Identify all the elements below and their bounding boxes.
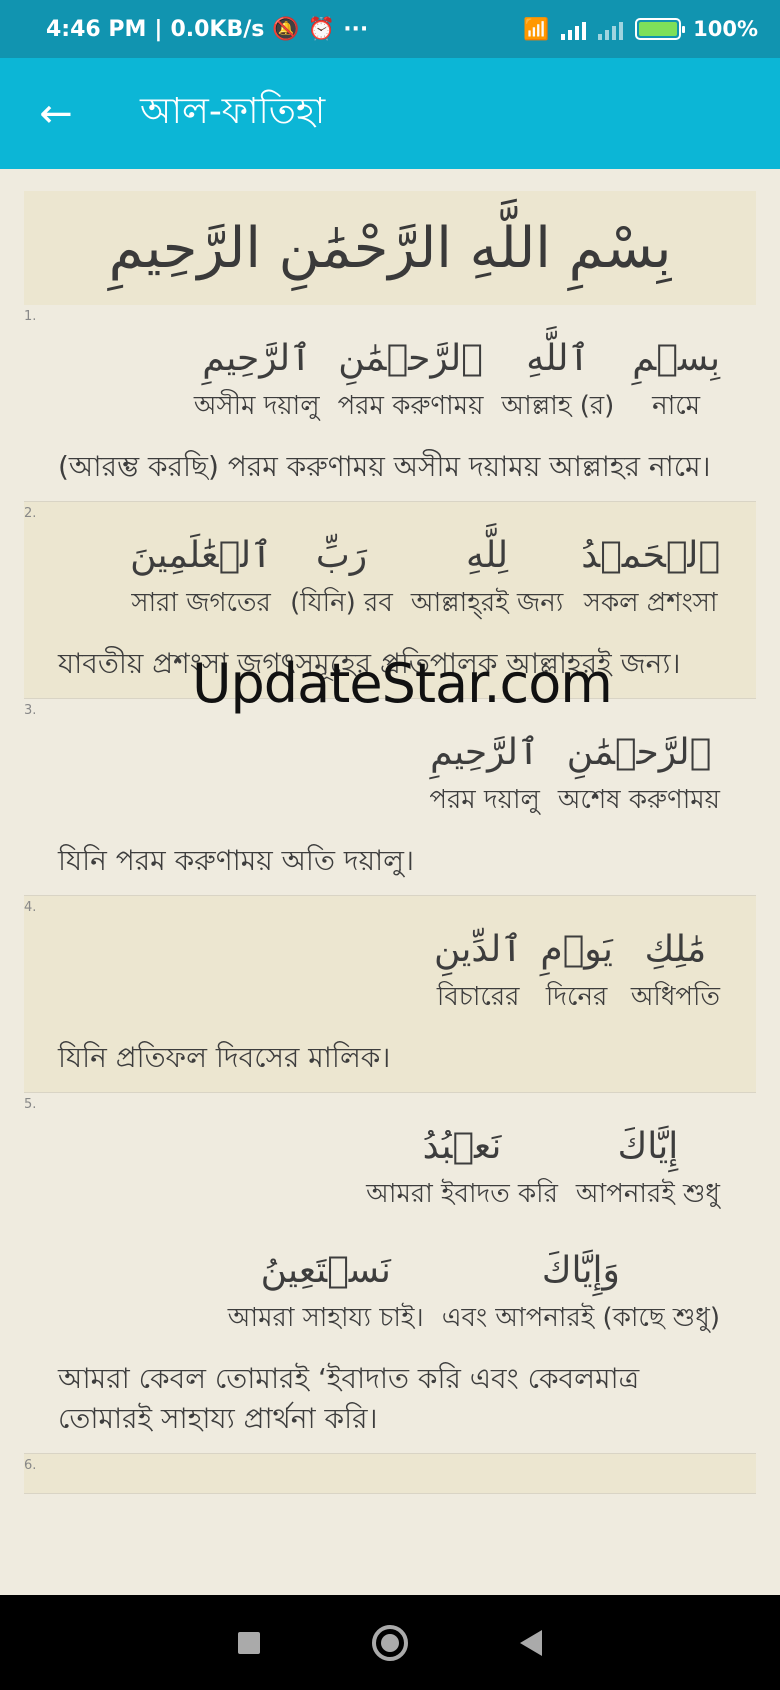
app-bar: ← আল-ফাতিহা	[0, 58, 780, 169]
status-bar: 4:46 PM | 0.0KB/s 🔕 ⏰ ··· 📶 100%	[0, 0, 780, 58]
word-pair[interactable]: ٱلۡعَٰلَمِينَ সারা জগতের	[130, 530, 272, 626]
word-meaning: (যিনি) রব	[290, 588, 393, 618]
word-meaning: সকল প্রশংসা	[583, 588, 718, 618]
bell-muted-icon: 🔕	[272, 16, 300, 42]
battery-icon	[635, 18, 686, 40]
word-meaning: পরম দয়ালু	[429, 785, 540, 815]
arabic-word: يَوۡمِ	[540, 929, 613, 970]
word-meaning: বিচারের	[436, 982, 520, 1012]
word-meaning: আল্লাহ (র)	[501, 391, 615, 421]
word-pair[interactable]: مَٰلِكِ অধিপতি	[631, 924, 720, 1020]
word-pair[interactable]: ٱلرَّحِيمِ অসীম দয়ালু	[194, 333, 320, 429]
word-meaning: অধিপতি	[630, 982, 720, 1012]
word-meaning: অসীম দয়ালু	[193, 391, 320, 421]
word-pair[interactable]: نَعۡبُدُ আমরা ইবাদত করি	[366, 1121, 558, 1217]
arabic-word: ٱللَّهِ	[526, 338, 590, 379]
word-row: إِيَّاكَ আপনারই শুধু نَعۡبُدُ আমরা ইবাদত কর…	[58, 1093, 720, 1217]
ayah-number: 5.	[24, 1097, 37, 1112]
arabic-word: ٱلرَّحِيمِ	[202, 338, 312, 379]
arabic-word: نَعۡبُدُ	[422, 1126, 502, 1167]
word-pair[interactable]: ٱلدِّينِ বিচারের	[434, 924, 522, 1020]
arabic-word: ٱلۡحَمۡدُ	[581, 535, 720, 576]
word-meaning: আল্লাহ্‌রই জন্য	[410, 588, 564, 618]
status-net-speed: 0.0KB/s	[170, 16, 265, 42]
word-meaning: আপনারই শুধু	[575, 1179, 720, 1209]
signal-icon	[561, 18, 587, 40]
ayah-number: 6.	[24, 1458, 37, 1473]
wifi-icon: 📶	[522, 16, 550, 41]
word-pair[interactable]: وَإِيَّاكَ এবং আপনারই (কাছে শুধু)	[442, 1245, 720, 1341]
arabic-word: بِسۡمِ	[632, 338, 720, 379]
ayah-translation: যিনি প্রতিফল দিবসের মালিক।	[58, 1041, 391, 1074]
arabic-word: ٱلۡعَٰلَمِينَ	[130, 535, 273, 576]
word-pair[interactable]: يَوۡمِ দিনের	[540, 924, 613, 1020]
word-meaning: এবং আপনারই (কাছে শুধু)	[441, 1303, 720, 1333]
ayah-list: 1. بِسۡمِ নামে ٱللَّهِ আল্লাহ (র) ٱلرَّحۡمَٰن…	[0, 305, 780, 1494]
word-meaning: দিনের	[545, 982, 608, 1012]
arabic-word: لِلَّهِ	[465, 535, 509, 576]
word-pair[interactable]: ٱلرَّحۡمَٰنِ পরম করুণাময়	[338, 333, 484, 429]
surah-content[interactable]: بِسْمِ اللَّهِ الرَّحْمَٰنِ الرَّحِيمِ 1…	[0, 169, 780, 1595]
word-pair[interactable]: نَسۡتَعِينُ আমরা সাহায্য চাই।	[228, 1245, 424, 1341]
system-nav-bar	[0, 1595, 780, 1690]
arabic-word: ٱلرَّحۡمَٰنِ	[566, 732, 712, 773]
arabic-word: إِيَّاكَ	[617, 1126, 679, 1167]
word-pair[interactable]: إِيَّاكَ আপনারই শুধু	[576, 1121, 720, 1217]
arabic-word: مَٰلِكِ	[644, 929, 707, 970]
more-dots: ···	[343, 16, 369, 42]
word-meaning: পরম করুণাময়	[337, 391, 484, 421]
word-pair[interactable]: لِلَّهِ আল্লাহ্‌রই জন্য	[411, 530, 563, 626]
arabic-word: نَسۡتَعِينُ	[260, 1250, 391, 1291]
word-meaning: অশেষ করুণাময়	[557, 785, 720, 815]
ayah-translation: (আরম্ভ করছি) পরম করুণাময় অসীম দয়াময় আ…	[58, 450, 711, 483]
word-row: مَٰلِكِ অধিপতি يَوۡمِ দিনের ٱلدِّينِ বিচারের	[58, 896, 720, 1020]
word-row: ٱلرَّحۡمَٰنِ অশেষ করুণাময় ٱلرَّحِيمِ পরম দ…	[58, 699, 720, 823]
arabic-word: ٱلدِّينِ	[433, 929, 523, 970]
word-pair[interactable]: بِسۡمِ নামে	[632, 333, 720, 429]
bismillah-header: بِسْمِ اللَّهِ الرَّحْمَٰنِ الرَّحِيمِ	[24, 191, 756, 305]
ayah-item[interactable]: 6.	[24, 1454, 756, 1494]
ayah-number: 1.	[24, 309, 37, 324]
status-time: 4:46 PM	[46, 16, 147, 42]
word-meaning: আমরা ইবাদত করি	[366, 1179, 558, 1209]
back-button[interactable]	[520, 1629, 542, 1656]
arabic-word: ٱلرَّحۡمَٰنِ	[338, 338, 483, 379]
page-title: আল-ফাতিহা	[140, 90, 326, 132]
ayah-translation: যিনি পরম করুণাময় অতি দয়ালু।	[58, 844, 415, 877]
word-pair[interactable]: ٱلرَّحِيمِ পরম দয়ালু	[429, 727, 540, 823]
signal-2-icon	[598, 18, 624, 40]
ayah-item[interactable]: 2. ٱلۡحَمۡدُ সকল প্রশংসা لِلَّهِ আল্লাহ্‌রই …	[24, 502, 756, 699]
ayah-number: 3.	[24, 703, 37, 718]
alarm-icon: ⏰	[307, 16, 336, 42]
ayah-item[interactable]: 1. بِسۡمِ নামে ٱللَّهِ আল্লাহ (র) ٱلرَّحۡمَٰن…	[24, 305, 756, 502]
word-row: ٱلۡحَمۡدُ সকল প্রশংসা لِلَّهِ আল্লাহ্‌রই জন…	[58, 502, 720, 626]
word-meaning: নামে	[652, 391, 701, 421]
word-row: وَإِيَّاكَ এবং আপনারই (কাছে শুধু) نَسۡتَعِ…	[58, 1217, 720, 1341]
word-meaning: সারা জগতের	[131, 588, 271, 618]
arabic-word: وَإِيَّاكَ	[541, 1250, 620, 1291]
ayah-item[interactable]: 4. مَٰلِكِ অধিপতি يَوۡمِ দিনের ٱلدِّينِ বিচারে…	[24, 896, 756, 1093]
home-button[interactable]	[372, 1624, 408, 1661]
arabic-word: ٱلرَّحِيمِ	[430, 732, 540, 773]
battery-level: 100%	[693, 17, 758, 41]
ayah-number: 2.	[24, 506, 37, 521]
ayah-number: 4.	[24, 900, 37, 915]
ayah-item[interactable]: 5. إِيَّاكَ আপনারই শুধু نَعۡبُدُ আমরা ইবাদত …	[24, 1093, 756, 1454]
ayah-translation: যাবতীয় প্রশংসা জগৎসমূহের প্রতিপালক আল্ল…	[58, 647, 681, 680]
back-arrow-icon[interactable]: ←	[26, 84, 86, 144]
recents-button[interactable]	[238, 1631, 260, 1654]
word-pair[interactable]: ٱلرَّحۡمَٰنِ অশেষ করুণাময়	[558, 727, 720, 823]
ayah-item[interactable]: 3. ٱلرَّحۡمَٰنِ অশেষ করুণাময় ٱلرَّحِيمِ পরম…	[24, 699, 756, 896]
word-pair[interactable]: ٱلۡحَمۡدُ সকল প্রশংসা	[581, 530, 720, 626]
word-pair[interactable]: رَبِّ (যিনি) রব	[290, 530, 393, 626]
word-meaning: আমরা সাহায্য চাই।	[227, 1303, 424, 1333]
word-pair[interactable]: ٱللَّهِ আল্লাহ (র)	[501, 333, 614, 429]
arabic-word: رَبِّ	[315, 535, 368, 576]
ayah-translation: আমরা কেবল তোমারই ‘ইবাদাত করি এবং কেবলমাত…	[58, 1362, 640, 1435]
word-row: بِسۡمِ নামে ٱللَّهِ আল্লাহ (র) ٱلرَّحۡمَٰنِ প…	[58, 305, 720, 429]
